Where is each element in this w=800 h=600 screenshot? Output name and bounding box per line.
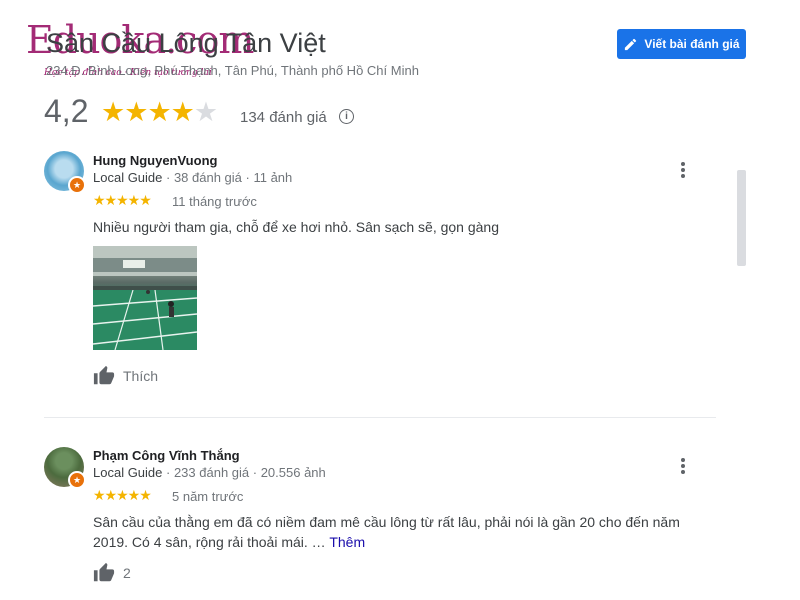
more-options-icon[interactable] — [680, 456, 686, 476]
review-text-body: Sân cầu của thằng em đã có niềm đam mê c… — [93, 514, 680, 550]
review-author[interactable]: Phạm Công Vĩnh Thắng — [93, 448, 240, 463]
like-count: 2 — [123, 565, 131, 581]
review-time: 5 năm trước — [172, 489, 244, 504]
review-text: Nhiều người tham gia, chỗ để xe hơi nhỏ.… — [93, 219, 499, 235]
local-guide-label: Local Guide — [93, 170, 163, 185]
meta-separator: · — [162, 170, 174, 185]
review-time: 11 tháng trước — [172, 194, 257, 209]
review-author-meta: Local Guide · 38 đánh giá · 11 ảnh — [93, 170, 292, 185]
meta-separator: · — [249, 465, 261, 480]
read-more-link[interactable]: Thêm — [329, 534, 365, 550]
more-options-icon[interactable] — [680, 160, 686, 180]
review-text-ellipsis: … — [307, 534, 330, 550]
rating-stars: ★★★★★ — [101, 97, 218, 128]
review-divider — [44, 417, 716, 418]
author-review-count: 38 đánh giá — [173, 170, 242, 185]
author-review-count: 233 đánh giá — [173, 465, 250, 480]
like-label: Thích — [123, 368, 159, 384]
badminton-court-photo — [93, 246, 197, 350]
like-button[interactable]: 2 — [93, 562, 131, 584]
review-stars: ★★★★★ — [93, 487, 152, 503]
local-guide-label: Local Guide — [93, 465, 163, 480]
star-icon: ★ — [170, 97, 195, 127]
pencil-icon — [625, 38, 637, 50]
star-icon: ★ — [124, 97, 148, 127]
review-stars: ★★★★★ — [93, 192, 152, 208]
meta-separator: · — [162, 465, 174, 480]
review-photo[interactable] — [93, 246, 197, 350]
review-author[interactable]: Hung NguyenVuong — [93, 153, 217, 168]
thumbs-up-icon — [93, 365, 115, 385]
star-icon: ★ — [147, 97, 171, 127]
place-title: Sân Cầu Lông Tân Việt — [46, 28, 326, 58]
meta-separator: · — [241, 170, 254, 185]
like-button[interactable]: Thích — [93, 365, 158, 387]
author-photo-count: 11 ảnh — [253, 170, 293, 185]
star-icon: ★ — [101, 97, 125, 127]
review-author-meta: Local Guide · 233 đánh giá · 20.556 ảnh — [93, 465, 326, 480]
info-icon[interactable]: i — [339, 109, 354, 124]
review-text: Sân cầu của thằng em đã có niềm đam mê c… — [93, 512, 708, 552]
star-empty-icon: ★ — [193, 97, 218, 127]
thumbs-up-icon — [93, 562, 115, 582]
review-count[interactable]: 134 đánh giá — [240, 109, 327, 126]
local-guide-star-icon: ★ — [68, 176, 86, 194]
rating-value: 4,2 — [44, 93, 89, 129]
scrollbar-thumb[interactable] — [737, 170, 746, 266]
local-guide-star-icon: ★ — [68, 471, 86, 489]
write-review-label: Viết bài đánh giá — [644, 37, 740, 51]
write-review-button[interactable]: Viết bài đánh giá — [617, 29, 746, 59]
author-photo-count: 20.556 ảnh — [260, 465, 326, 480]
place-address: 234 Đ. Bình Long, Phú Thạnh, Tân Phú, Th… — [46, 63, 419, 78]
